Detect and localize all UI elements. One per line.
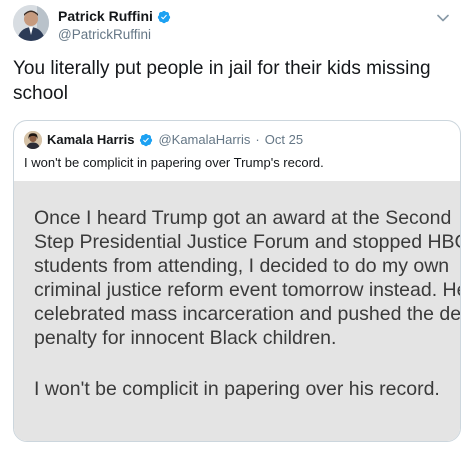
- verified-badge-icon: [157, 10, 171, 23]
- image-closing-paragraph: I won't be complicit in papering over hi…: [34, 377, 440, 401]
- quoted-tweet-header: Kamala Harris @KamalaHarris · Oct 25: [24, 131, 303, 149]
- quoted-tweet-date[interactable]: Oct 25: [265, 132, 303, 148]
- tweet-author: Patrick Ruffini @PatrickRuffini: [58, 8, 171, 44]
- image-text-line: penalty for innocent Black children.: [34, 327, 337, 349]
- quoted-author-avatar: [24, 131, 42, 149]
- image-text-line: students from attending, I decided to do…: [34, 255, 450, 277]
- author-name-row[interactable]: Patrick Ruffini: [58, 8, 171, 25]
- image-statement-paragraph: Once I heard Trump got an award at the S…: [34, 206, 460, 350]
- quoted-author-name[interactable]: Kamala Harris: [47, 132, 134, 148]
- image-text-line: Once I heard Trump got an award at the S…: [34, 207, 452, 229]
- quoted-tweet[interactable]: Kamala Harris @KamalaHarris · Oct 25 I w…: [13, 120, 461, 442]
- quoted-tweet-image[interactable]: Once I heard Trump got an award at the S…: [14, 181, 460, 441]
- tweet-text-line: school: [13, 83, 68, 104]
- image-text-line: I won't be complicit in papering over hi…: [34, 378, 440, 400]
- verified-badge-icon: [140, 133, 153, 147]
- author-avatar[interactable]: [13, 5, 49, 41]
- avatar-photo-icon: [13, 5, 49, 41]
- chevron-down-icon[interactable]: [437, 14, 449, 22]
- quoted-avatar-photo-icon: [24, 131, 42, 149]
- image-text-line: celebrated mass incarceration and pushed…: [34, 303, 460, 325]
- image-text-line: Step Presidential Justice Forum and stop…: [34, 231, 460, 253]
- tweet-text: You literally put people in jail for the…: [13, 56, 453, 106]
- quoted-author-handle[interactable]: @KamalaHarris: [158, 132, 250, 148]
- quoted-tweet-text: I won't be complicit in papering over Tr…: [24, 155, 324, 170]
- image-text-line: criminal justice reform event tomorrow i…: [34, 279, 460, 301]
- tweet: Patrick Ruffini @PatrickRuffini You lite…: [0, 0, 469, 456]
- author-handle[interactable]: @PatrickRuffini: [58, 26, 171, 44]
- header-separator: ·: [255, 132, 260, 147]
- author-name[interactable]: Patrick Ruffini: [58, 8, 153, 25]
- tweet-text-line: You literally put people in jail for the…: [13, 58, 431, 79]
